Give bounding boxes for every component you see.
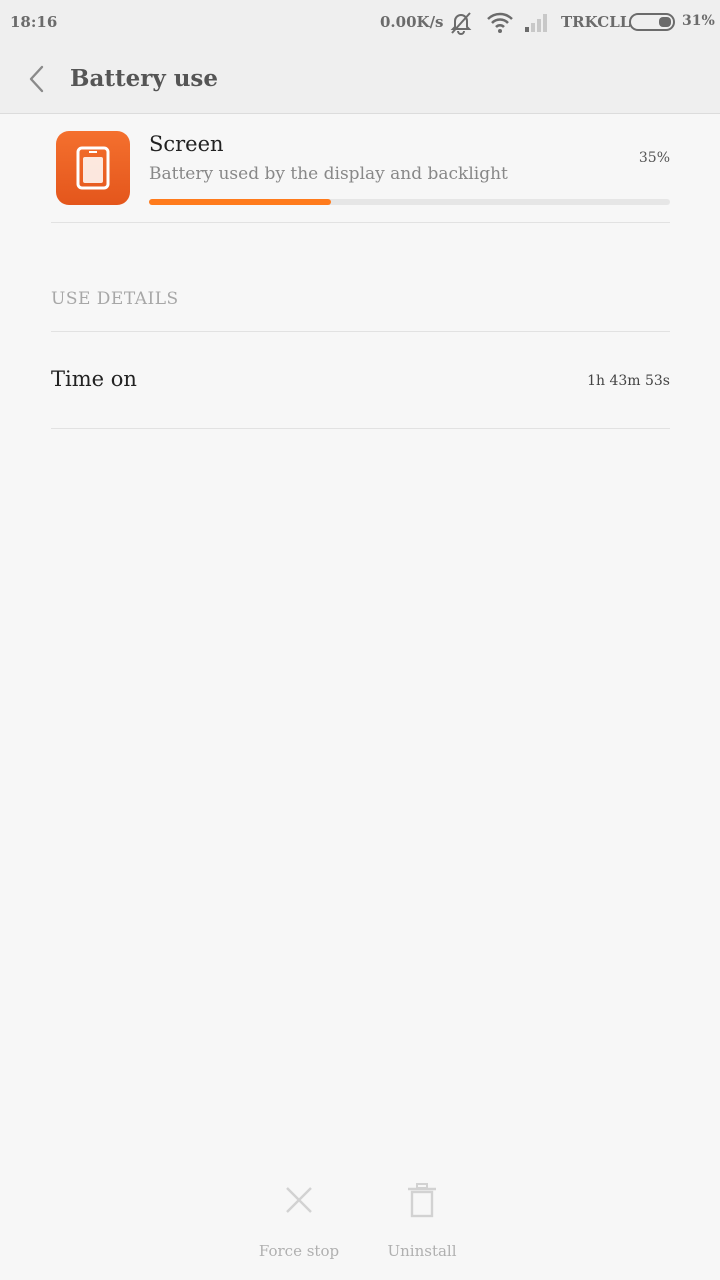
app-description: Battery used by the display and backligh… <box>149 164 508 184</box>
trash-icon <box>402 1180 442 1220</box>
uninstall-button[interactable]: Uninstall <box>367 1180 477 1270</box>
usage-percent: 35% <box>638 150 670 166</box>
phone-screen-icon <box>56 131 130 205</box>
page-title: Battery use <box>70 65 219 92</box>
network-speed: 0.00K/s <box>380 13 444 31</box>
carrier-name: TRKCLL <box>561 13 631 31</box>
signal-icon <box>523 9 551 39</box>
battery-percent: 31% <box>682 13 715 29</box>
uninstall-label: Uninstall <box>387 1242 457 1260</box>
wifi-icon <box>485 9 515 41</box>
force-stop-button[interactable]: Force stop <box>244 1180 354 1270</box>
app-name: Screen <box>149 132 224 156</box>
status-time: 18:16 <box>10 13 58 31</box>
section-divider <box>51 331 670 332</box>
section-title-use-details: USE DETAILS <box>51 289 179 309</box>
close-x-icon <box>279 1180 319 1220</box>
row-divider <box>51 428 670 429</box>
detail-value: 1h 43m 53s <box>587 373 670 389</box>
battery-icon <box>629 12 677 36</box>
force-stop-label: Force stop <box>258 1242 340 1260</box>
app-usage-row: Screen Battery used by the display and b… <box>51 114 670 223</box>
chevron-left-icon <box>29 65 44 93</box>
header-bar: Battery use <box>0 46 720 114</box>
usage-progress-bar <box>149 199 670 205</box>
usage-progress-fill <box>149 199 332 205</box>
back-button[interactable] <box>22 62 54 96</box>
detail-label: Time on <box>51 367 137 391</box>
status-bar: 18:16 0.00K/s TRKCLL 31% <box>0 0 720 46</box>
silent-alarm-icon <box>447 9 475 41</box>
